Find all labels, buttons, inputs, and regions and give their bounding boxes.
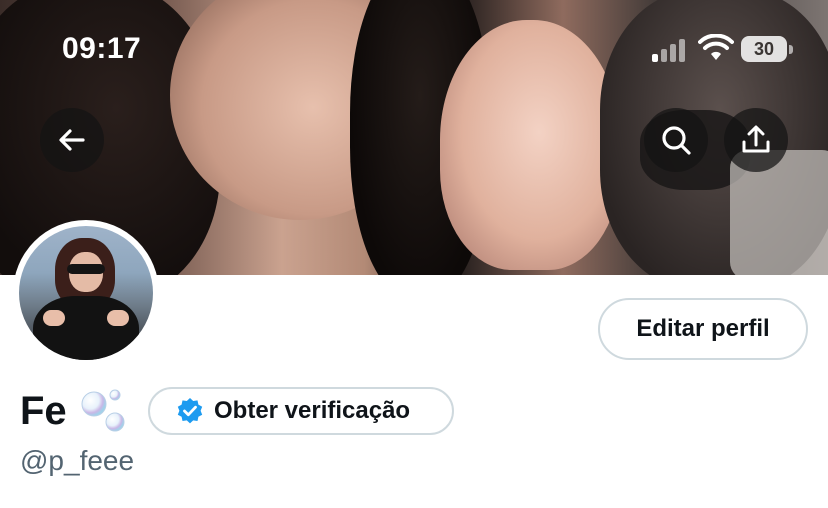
profile-avatar[interactable]: [13, 220, 159, 366]
avatar-hand-left: [43, 310, 65, 326]
get-verified-button[interactable]: Obter verificação: [148, 387, 454, 435]
wifi-icon: [698, 34, 734, 60]
search-button[interactable]: [644, 108, 708, 172]
back-button[interactable]: [40, 108, 104, 172]
bubbles-emoji-icon: [81, 389, 125, 432]
battery-tip: [789, 45, 793, 54]
avatar-sunglasses: [67, 264, 105, 274]
avatar-hand-right: [107, 310, 129, 326]
verified-badge-icon: [177, 398, 203, 424]
status-time: 09:17: [62, 32, 142, 65]
share-button[interactable]: [724, 108, 788, 172]
battery-icon: 30: [741, 36, 787, 62]
avatar-photo: [19, 226, 153, 360]
display-name: Fe: [20, 389, 67, 433]
cellular-signal-icon: [652, 38, 692, 62]
search-icon: [662, 126, 691, 155]
banner-face-center: [440, 20, 620, 270]
arrow-left-icon: [59, 129, 85, 151]
avatar-jacket: [33, 296, 139, 360]
edit-profile-button[interactable]: Editar perfil: [598, 298, 808, 360]
share-upload-icon: [742, 125, 770, 153]
user-handle: @p_feee: [20, 445, 135, 476]
get-verified-label: Obter verificação: [214, 397, 411, 424]
